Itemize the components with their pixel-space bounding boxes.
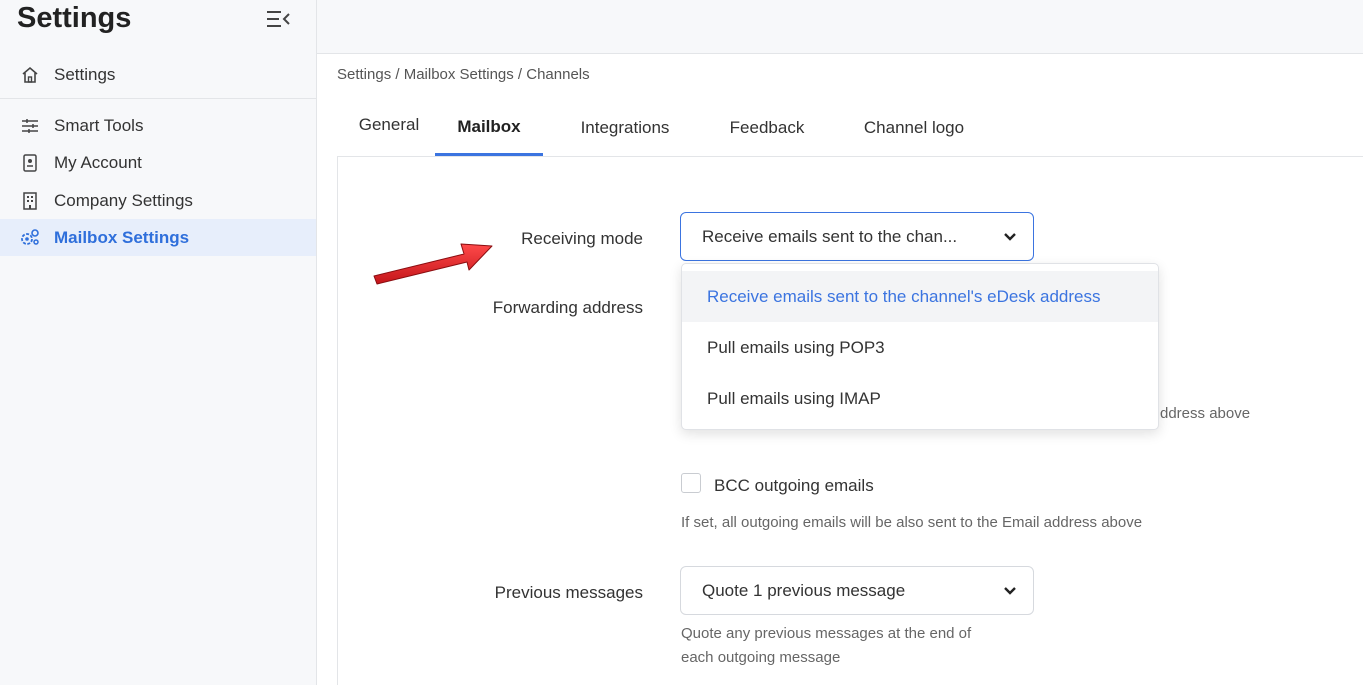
dropdown-option-edesk-address[interactable]: Receive emails sent to the channel's eDe… (682, 271, 1158, 322)
collapse-sidebar-icon[interactable] (266, 10, 290, 33)
sidebar-item-company-settings[interactable]: Company Settings (0, 182, 316, 219)
bcc-label[interactable]: BCC outgoing emails (714, 476, 874, 496)
previous-help-line: Quote any previous messages at the end o… (681, 625, 972, 642)
bcc-checkbox[interactable] (681, 473, 701, 493)
annotation-arrow (368, 232, 498, 293)
dropdown-option-imap[interactable]: Pull emails using IMAP (682, 373, 1158, 424)
receiving-mode-value: Receive emails sent to the chan... (702, 226, 958, 246)
sidebar: Settings Settings Smart Tools My Account… (0, 0, 317, 685)
forwarding-help-partial: ddress above (1160, 405, 1251, 422)
forwarding-address-label: Forwarding address (492, 298, 643, 317)
sidebar-item-smart-tools[interactable]: Smart Tools (0, 107, 316, 144)
sidebar-item-my-account[interactable]: My Account (0, 144, 316, 181)
tab-bar: General Mailbox Integrations Feedback Ch… (337, 100, 1363, 156)
sidebar-item-label: My Account (54, 152, 142, 172)
receiving-mode-select[interactable]: Receive emails sent to the chan... (680, 212, 1034, 261)
sidebar-item-label: Mailbox Settings (54, 227, 190, 247)
previous-messages-help: Quote any previous messages at the end o… (681, 622, 971, 670)
tab-channel-logo[interactable]: Channel logo (847, 100, 981, 156)
tab-general[interactable]: General (337, 97, 441, 153)
bcc-help: If set, all outgoing emails will be also… (681, 514, 1143, 531)
sidebar-title: Settings (17, 2, 132, 34)
sidebar-item-label: Company Settings (54, 190, 193, 210)
tab-integrations[interactable]: Integrations (563, 100, 687, 156)
chevron-down-icon (1003, 581, 1017, 601)
tab-mailbox[interactable]: Mailbox (435, 100, 543, 156)
sidebar-divider (0, 98, 316, 99)
previous-help-line: each outgoing message (681, 649, 841, 666)
sidebar-item-mailbox-settings[interactable]: Mailbox Settings (0, 219, 316, 256)
previous-messages-label: Previous messages (494, 583, 643, 602)
previous-messages-select[interactable]: Quote 1 previous message (680, 566, 1034, 615)
sidebar-item-settings[interactable]: Settings (0, 56, 316, 93)
sliders-icon (19, 118, 41, 134)
home-icon (19, 66, 41, 84)
receiving-mode-dropdown: Receive emails sent to the channel's eDe… (681, 263, 1159, 430)
chevron-down-icon (1003, 227, 1017, 247)
previous-messages-value: Quote 1 previous message (702, 580, 906, 600)
building-icon (19, 191, 41, 210)
sidebar-item-label: Settings (54, 64, 116, 84)
tab-feedback[interactable]: Feedback (712, 100, 822, 156)
gears-icon (19, 228, 41, 247)
dropdown-option-pop3[interactable]: Pull emails using POP3 (682, 322, 1158, 373)
receiving-mode-label: Receiving mode (521, 229, 643, 248)
top-bar (317, 0, 1363, 54)
breadcrumb: Settings / Mailbox Settings / Channels (337, 66, 590, 83)
badge-icon (19, 153, 41, 172)
sidebar-item-label: Smart Tools (54, 115, 144, 135)
